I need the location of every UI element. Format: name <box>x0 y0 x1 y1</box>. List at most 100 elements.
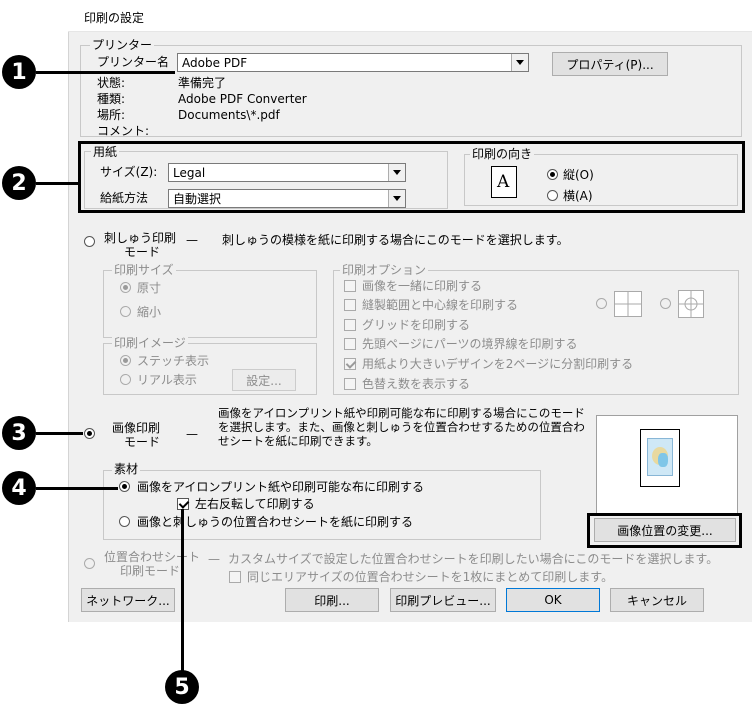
image-mode-label-2[interactable]: モード <box>124 435 160 449</box>
callout-5-leader <box>181 509 184 671</box>
reduced-size-label[interactable]: 縮小 <box>137 305 161 319</box>
chevron-down-icon[interactable] <box>511 54 528 71</box>
callout-1-leader <box>36 71 175 74</box>
portrait-radio[interactable] <box>547 169 558 180</box>
comment-label: コメント: <box>97 124 150 138</box>
paper-size-value: Legal <box>173 166 206 180</box>
paper-group-label: 用紙 <box>91 145 120 159</box>
embroidery-mode-radio[interactable] <box>84 236 95 247</box>
stitch-view-radio[interactable] <box>120 355 131 366</box>
chevron-down-icon[interactable] <box>388 164 405 181</box>
option-split-pages-checkbox[interactable] <box>344 358 356 370</box>
printer-name-select[interactable]: Adobe PDF <box>177 53 529 72</box>
printer-group-label: プリンター <box>90 38 155 52</box>
callout-4: 4 <box>2 471 36 505</box>
actual-size-radio[interactable] <box>120 282 131 293</box>
same-area-checkbox[interactable] <box>229 571 241 583</box>
alignment-mode-radio[interactable] <box>84 558 95 569</box>
callout-4-leader <box>36 487 118 490</box>
location-label: 場所: <box>97 108 126 122</box>
center-cross-radio[interactable] <box>596 298 607 309</box>
real-view-radio[interactable] <box>120 374 131 385</box>
option-color-changes-label[interactable]: 色替え数を表示する <box>362 377 470 391</box>
image-mode-dash: — <box>186 427 198 441</box>
type-value: Adobe PDF Converter <box>178 92 307 106</box>
option-grid-label[interactable]: グリッドを印刷する <box>362 318 470 332</box>
print-options-group-label: 印刷オプション <box>340 263 429 277</box>
center-cross-icon <box>614 291 642 317</box>
option-part-outline-checkbox[interactable] <box>344 338 356 350</box>
portrait-label[interactable]: 縦(O) <box>563 168 594 182</box>
reduced-size-radio[interactable] <box>120 306 131 317</box>
chevron-down-icon[interactable] <box>388 190 405 207</box>
portrait-page-icon: A <box>491 166 517 198</box>
preview-paper <box>640 429 680 487</box>
embroidery-mode-description: 刺しゅうの模様を紙に印刷する場合にこのモードを選択します。 <box>222 233 569 247</box>
callout-3-leader <box>36 432 83 435</box>
properties-button[interactable]: プロパティ(P)... <box>552 52 668 76</box>
image-mode-label[interactable]: 画像印刷 <box>112 421 160 435</box>
paper-source-select[interactable]: 自動選択 <box>168 189 406 208</box>
same-area-label[interactable]: 同じエリアサイズの位置合わせシートを1枚にまとめて印刷します。 <box>247 570 613 584</box>
option-sewing-area-label[interactable]: 縫製範囲と中心線を印刷する <box>362 298 518 312</box>
location-value: Documents\*.pdf <box>178 108 280 122</box>
material-option2-label[interactable]: 画像と刺しゅうの位置合わせシートを紙に印刷する <box>137 515 413 529</box>
cancel-button[interactable]: キャンセル <box>610 588 704 612</box>
alignment-mode-description: カスタムサイズで設定した位置合わせシートを印刷したい場合にこのモードを選択します… <box>228 552 719 566</box>
paper-source-label: 給紙方法 <box>100 191 149 205</box>
page-letter-icon: A <box>497 172 510 192</box>
paper-size-select[interactable]: Legal <box>168 163 406 182</box>
callout-2-leader <box>36 182 79 185</box>
actual-size-label[interactable]: 原寸 <box>137 281 161 295</box>
circle-cross-radio[interactable] <box>660 298 671 309</box>
preview-image-thumbnail <box>647 438 673 476</box>
circle-cross-icon <box>678 290 704 318</box>
callout-3: 3 <box>2 416 36 450</box>
image-mode-description: 画像をアイロンプリント紙や印刷可能な布に印刷する場合にこのモードを選択します。ま… <box>218 406 585 448</box>
landscape-label[interactable]: 横(A) <box>563 189 593 203</box>
print-size-frame <box>103 270 317 338</box>
option-print-image-label[interactable]: 画像を一緒に印刷する <box>362 279 482 293</box>
dialog-title: 印刷の設定 <box>84 11 145 25</box>
printer-name-value: Adobe PDF <box>182 56 248 70</box>
status-value: 準備完了 <box>178 76 227 90</box>
option-print-image-checkbox[interactable] <box>344 280 356 292</box>
type-label: 種類: <box>97 92 126 106</box>
option-sewing-area-checkbox[interactable] <box>344 299 356 311</box>
printer-name-label: プリンター名 <box>97 55 170 69</box>
material-option1-label[interactable]: 画像をアイロンプリント紙や印刷可能な布に印刷する <box>137 480 424 494</box>
alignment-mode-label-2[interactable]: 印刷モード <box>120 564 180 578</box>
print-preview-button[interactable]: 印刷プレビュー... <box>390 588 496 612</box>
print-image-settings-button[interactable]: 設定... <box>232 369 296 391</box>
embroidery-mode-label-2[interactable]: モード <box>124 245 160 259</box>
option-split-pages-label[interactable]: 用紙より大きいデザインを2ページに分割印刷する <box>362 357 633 371</box>
paper-size-label: サイズ(Z): <box>100 165 158 179</box>
print-button[interactable]: 印刷... <box>285 588 379 612</box>
real-view-label[interactable]: リアル表示 <box>137 373 197 387</box>
ok-button[interactable]: OK <box>506 588 600 612</box>
alignment-mode-dash: — <box>208 552 220 566</box>
material-option2-radio[interactable] <box>119 516 130 527</box>
paper-source-value: 自動選択 <box>173 192 222 206</box>
embroidery-mode-dash: — <box>186 233 198 247</box>
callout-2: 2 <box>2 166 36 200</box>
material-option1-radio[interactable] <box>119 481 130 492</box>
mirror-print-label[interactable]: 左右反転して印刷する <box>195 497 315 511</box>
orientation-group-label: 印刷の向き <box>470 147 535 161</box>
landscape-radio[interactable] <box>547 190 558 201</box>
option-grid-checkbox[interactable] <box>344 319 356 331</box>
print-image-group-label: 印刷イメージ <box>112 336 188 350</box>
option-color-changes-checkbox[interactable] <box>344 378 356 390</box>
option-part-outline-label[interactable]: 先頭ページにパーツの境界線を印刷する <box>362 337 578 351</box>
callout-1: 1 <box>2 55 36 89</box>
alignment-mode-label[interactable]: 位置合わせシート <box>104 550 200 564</box>
embroidery-mode-label[interactable]: 刺しゅう印刷 <box>104 231 176 245</box>
callout-5: 5 <box>165 670 199 704</box>
stitch-view-label[interactable]: ステッチ表示 <box>137 354 209 368</box>
change-image-position-button[interactable]: 画像位置の変更... <box>594 518 736 542</box>
network-button[interactable]: ネットワーク... <box>81 588 175 612</box>
status-label: 状態: <box>97 76 126 90</box>
image-mode-radio[interactable] <box>84 428 95 439</box>
material-group-label: 素材 <box>112 462 141 476</box>
print-size-group-label: 印刷サイズ <box>112 263 176 277</box>
